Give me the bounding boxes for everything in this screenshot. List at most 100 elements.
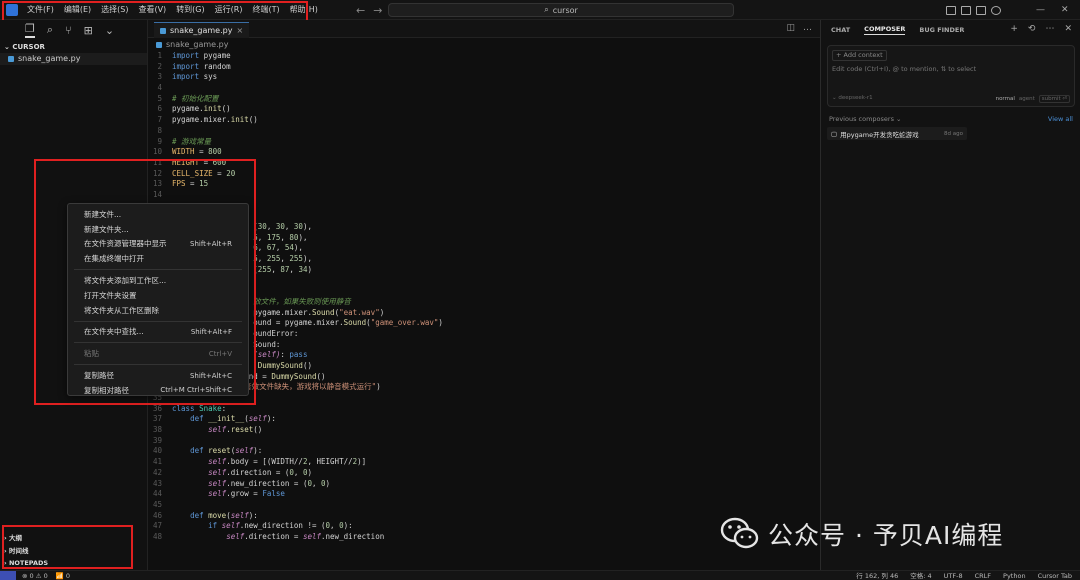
more-actions-icon[interactable]: …: [803, 23, 812, 33]
menu-item-label: 新建文件夹...: [84, 224, 129, 234]
code-line: 40 def reset(self):: [148, 446, 820, 457]
back-arrow-icon[interactable]: ←: [356, 4, 365, 17]
menu-item[interactable]: 选择(S): [96, 0, 133, 20]
menu-item[interactable]: 终端(T): [247, 0, 284, 20]
breadcrumb-file[interactable]: snake_game.py: [166, 40, 228, 49]
code-token: ,: [280, 232, 290, 242]
status-left: ⊗ 0 ⚠ 0 📶 0: [22, 571, 70, 580]
problems-count[interactable]: ⊗ 0 ⚠ 0: [22, 571, 48, 580]
previous-composers-label[interactable]: Previous composers ⌄: [829, 115, 901, 123]
menu-item[interactable]: 帮助(H): [285, 0, 323, 20]
context-menu-item[interactable]: 新建文件...: [68, 207, 248, 222]
close-icon[interactable]: ✕: [1061, 5, 1069, 15]
language-mode[interactable]: Python: [1003, 571, 1026, 580]
context-menu-item[interactable]: 打开文件夹设置: [68, 288, 248, 303]
view-all-link[interactable]: View all: [1048, 115, 1073, 123]
previous-composer-item[interactable]: ▢ 用pygame开发贪吃蛇游戏 8d ago: [827, 127, 967, 140]
sidebar-section[interactable]: › 时间线: [0, 545, 148, 557]
menu-item[interactable]: 转到(G): [171, 0, 209, 20]
code-token: =: [212, 168, 227, 178]
menu-item[interactable]: 查看(V): [133, 0, 171, 20]
remote-indicator[interactable]: [0, 571, 16, 580]
tab-composer[interactable]: COMPOSER: [864, 25, 906, 35]
toggle-secondary-sidebar-icon[interactable]: [976, 5, 986, 15]
toggle-panel-icon[interactable]: [961, 5, 971, 15]
add-context-button[interactable]: + Add context: [832, 50, 887, 61]
menu-item-shortcut: Shift+Alt+C: [189, 371, 232, 380]
code-token: 54: [284, 243, 294, 253]
line-number: 3: [157, 72, 162, 82]
submit-button[interactable]: submit ⏎: [1038, 95, 1070, 103]
forward-arrow-icon[interactable]: →: [373, 4, 382, 17]
menu-item[interactable]: 运行(R): [210, 0, 248, 20]
cursor-position[interactable]: 行 162, 列 46: [856, 571, 898, 580]
workspace-header[interactable]: ⌄ CURSOR: [0, 40, 147, 53]
code-token: ): [379, 307, 385, 317]
menu-item[interactable]: 编辑(E): [59, 0, 96, 20]
tab-chat[interactable]: CHAT: [831, 26, 850, 34]
context-menu-item[interactable]: 复制相对路径 Ctrl+M Ctrl+Shift+C: [68, 383, 248, 398]
model-selector[interactable]: ⌄ deepseek-r1: [832, 95, 873, 103]
code-line: 43 self .new_direction = (0, 0): [148, 479, 820, 490]
tab-snake-game[interactable]: snake_game.py ×: [154, 22, 250, 38]
close-panel-icon[interactable]: ✕: [1064, 24, 1072, 34]
indentation[interactable]: 空格: 4: [910, 571, 931, 580]
code-token: HEIGHT: [172, 157, 200, 167]
code-token: .direction =: [244, 531, 303, 541]
history-icon[interactable]: ⟲: [1028, 24, 1036, 34]
code-token: def: [190, 446, 204, 456]
context-menu-item[interactable]: 复制路径 Shift+Alt+C: [68, 368, 248, 383]
ports-count[interactable]: 📶 0: [56, 571, 70, 580]
more-icon[interactable]: ⋯: [1045, 24, 1054, 34]
code-line: 5 # 初始化配置: [148, 94, 820, 105]
code-token: 30: [275, 222, 285, 231]
cursor-tab-status[interactable]: Cursor Tab: [1038, 571, 1072, 580]
split-editor-icon[interactable]: ◫: [786, 23, 795, 33]
composer-input[interactable]: + Add context Edit code (Ctrl+I), @ to m…: [827, 45, 1075, 107]
command-search-box[interactable]: ⌕ cursor: [388, 3, 734, 17]
minimize-icon[interactable]: —: [1036, 5, 1045, 15]
toggle-sidebar-icon[interactable]: [946, 5, 956, 15]
chevron-down-icon[interactable]: ⌄: [105, 24, 114, 37]
files-icon[interactable]: ❐: [25, 22, 35, 38]
line-number: 37: [152, 414, 162, 424]
code-token: self: [226, 531, 245, 541]
line-number: 47: [152, 521, 162, 531]
context-menu-item[interactable]: 在文件资源管理器中显示 Shift+Alt+R: [68, 237, 248, 252]
menu-item-label: 复制相对路径: [84, 385, 129, 395]
context-menu-item[interactable]: 将文件夹从工作区删除: [68, 303, 248, 318]
menu-item-label: 在集成终端中打开: [84, 254, 144, 264]
context-menu-item[interactable]: 在集成终端中打开: [68, 251, 248, 266]
mode-normal[interactable]: normal: [996, 96, 1015, 102]
line-number: 7: [157, 115, 162, 125]
code-token: 34: [298, 264, 308, 274]
tab-bug-finder[interactable]: BUG FINDER: [919, 26, 964, 34]
code-token: Snake: [194, 403, 222, 413]
sidebar-section[interactable]: › 大纲: [0, 532, 148, 544]
menu-bar: 文件(F) 编辑(E) 选择(S) 查看(V) 转到(G) 运行(R) 终端(T) 帮助(H): [22, 0, 323, 20]
menu-item-label: 在文件资源管理器中显示: [84, 239, 167, 249]
code-token: ):: [253, 446, 263, 456]
workspace-name: CURSOR: [12, 43, 45, 51]
context-menu-item[interactable]: 将文件夹添加到工作区...: [68, 273, 248, 288]
menu-item[interactable]: 文件(F): [22, 0, 59, 20]
line-ending[interactable]: CRLF: [975, 571, 991, 580]
file-item-snake-game[interactable]: snake_game.py: [0, 53, 147, 65]
code-token: self: [208, 467, 227, 477]
sidebar-section[interactable]: › NOTEPADS: [0, 557, 148, 569]
settings-gear-icon[interactable]: [991, 5, 1001, 15]
search-sidebar-icon[interactable]: ⌕: [47, 23, 53, 37]
context-menu-item[interactable]: 在文件夹中查找... Shift+Alt+F: [68, 325, 248, 340]
mode-agent[interactable]: agent: [1019, 96, 1035, 102]
add-icon[interactable]: +: [1010, 24, 1018, 34]
encoding[interactable]: UTF-8: [944, 571, 963, 580]
code-token: # 初始化配置: [172, 93, 219, 103]
context-menu-item[interactable]: 新建文件夹...: [68, 222, 248, 237]
previous-composer-time: 8d ago: [944, 130, 963, 137]
code-token: class: [172, 403, 195, 413]
extensions-icon[interactable]: ⊞: [84, 24, 93, 37]
source-control-icon[interactable]: ⑂: [65, 24, 72, 37]
code-token: "game_over.wav": [370, 318, 439, 328]
close-tab-icon[interactable]: ×: [236, 26, 243, 35]
